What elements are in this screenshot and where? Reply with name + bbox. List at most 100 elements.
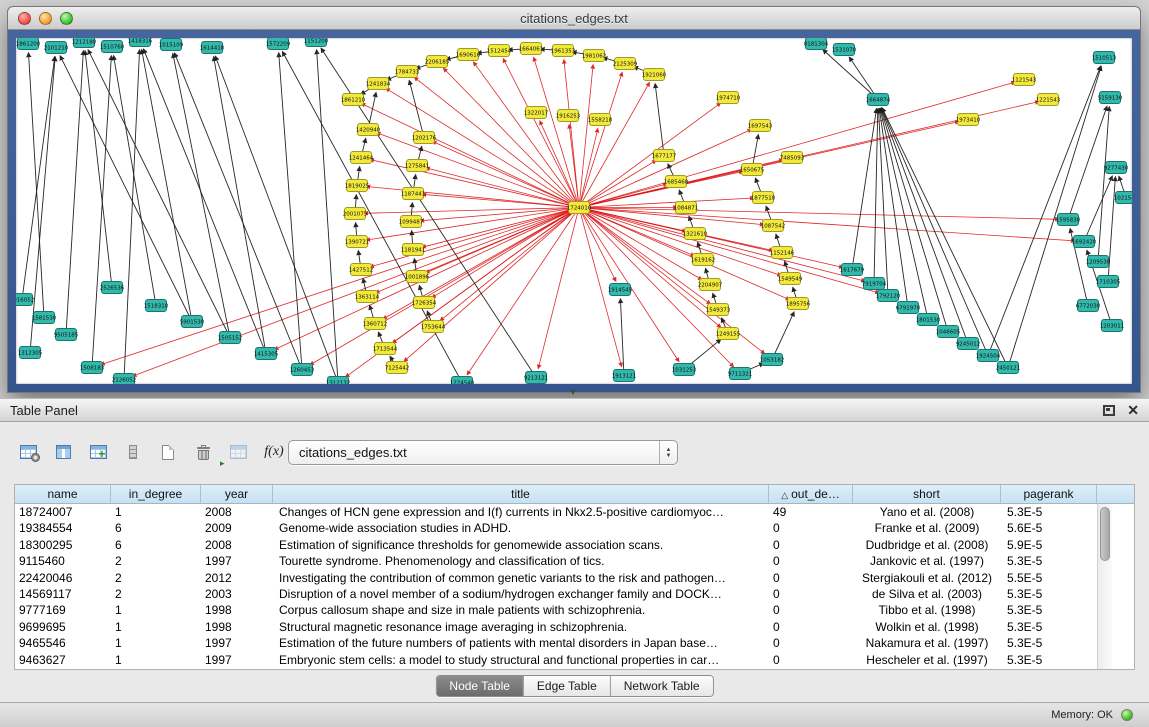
- network-node[interactable]: 1981062: [582, 50, 607, 62]
- network-node[interactable]: 2016052: [16, 294, 34, 306]
- network-node[interactable]: 1202176: [412, 132, 437, 144]
- window-titlebar[interactable]: citations_edges.txt: [8, 7, 1140, 30]
- table-scrollbar[interactable]: [1097, 504, 1112, 669]
- network-node[interactable]: 1677177: [652, 150, 677, 162]
- network-node[interactable]: 1249155: [716, 328, 741, 340]
- table-row[interactable]: 946362711997Embryonic stem cells: a mode…: [15, 652, 1134, 668]
- network-node[interactable]: 9505185: [54, 329, 79, 341]
- network-node[interactable]: 1099487: [399, 216, 424, 228]
- network-node[interactable]: 5159130: [1098, 92, 1123, 104]
- network-node[interactable]: 1360712: [363, 318, 388, 330]
- network-node[interactable]: 2450121: [996, 362, 1021, 374]
- network-node[interactable]: 8181304: [804, 38, 829, 50]
- network-node[interactable]: 1692420: [1072, 236, 1097, 248]
- network-node[interactable]: 7125442: [385, 362, 410, 374]
- network-node[interactable]: 1031253: [672, 364, 697, 376]
- network-node[interactable]: 7919704: [862, 278, 887, 290]
- scrollbar-thumb[interactable]: [1100, 507, 1110, 561]
- network-node[interactable]: 1221543: [1036, 94, 1061, 106]
- network-node[interactable]: 1322017: [524, 107, 549, 119]
- network-node[interactable]: 2204907: [698, 279, 723, 291]
- network-node[interactable]: 9213121: [524, 372, 549, 384]
- column-header-title[interactable]: title: [273, 485, 769, 504]
- network-node[interactable]: 1021543: [1114, 192, 1132, 204]
- network-node[interactable]: 9277430: [1104, 162, 1129, 174]
- table-row[interactable]: 2242004622012Investigating the contribut…: [15, 570, 1134, 586]
- network-node[interactable]: 1241464: [349, 152, 374, 164]
- network-node[interactable]: 1420940: [356, 124, 381, 136]
- network-node[interactable]: 1181941: [401, 244, 426, 256]
- table-options-button[interactable]: [14, 438, 42, 466]
- network-node[interactable]: 1508183: [80, 362, 105, 374]
- network-node[interactable]: 1015109: [159, 39, 184, 51]
- table-row[interactable]: 1938455462009Genome-wide association stu…: [15, 520, 1134, 536]
- network-node[interactable]: 2206185: [425, 56, 450, 68]
- network-node[interactable]: 1664874: [866, 94, 891, 106]
- network-node[interactable]: 9711321: [728, 368, 753, 380]
- network-node[interactable]: 1572209: [266, 38, 291, 50]
- network-node[interactable]: 1151200: [304, 38, 329, 47]
- network-node[interactable]: 1512454: [487, 45, 512, 57]
- network-node[interactable]: 1973410: [956, 114, 981, 126]
- delete-column-button[interactable]: [119, 438, 147, 466]
- network-node[interactable]: 1203011: [1100, 320, 1125, 332]
- network-node[interactable]: 1921060: [642, 69, 667, 81]
- network-node[interactable]: 1418316: [128, 38, 153, 47]
- table-row[interactable]: 1830029562008Estimation of significance …: [15, 537, 1134, 553]
- network-node[interactable]: 1961353: [551, 45, 576, 57]
- network-node[interactable]: 1792120: [876, 290, 901, 302]
- network-node[interactable]: 1861210: [341, 94, 366, 106]
- column-header-name[interactable]: name: [15, 485, 111, 504]
- network-node[interactable]: 1924504: [976, 350, 1001, 362]
- network-node[interactable]: 1518310: [144, 300, 169, 312]
- network-node[interactable]: 1510760: [100, 41, 125, 53]
- network-node[interactable]: 1046605: [936, 326, 961, 338]
- network-node[interactable]: 6772030: [1076, 300, 1101, 312]
- network-node[interactable]: 1427512: [349, 264, 374, 276]
- function-builder-button[interactable]: f(x): [259, 438, 289, 466]
- table-row[interactable]: 969969511998Structural magnetic resonanc…: [15, 619, 1134, 635]
- show-columns-button[interactable]: [49, 438, 77, 466]
- network-node[interactable]: 1415305: [254, 348, 279, 360]
- network-node[interactable]: 1784733: [395, 66, 420, 78]
- network-node[interactable]: 1321610: [683, 228, 708, 240]
- network-node[interactable]: 2126052: [112, 374, 137, 385]
- network-node[interactable]: 1558218: [588, 114, 613, 126]
- network-node[interactable]: 1549549: [778, 273, 803, 285]
- table-row[interactable]: 946554611997Estimation of the future num…: [15, 635, 1134, 651]
- tab-edge-table[interactable]: Edge Table: [523, 676, 610, 696]
- network-node[interactable]: 1212180: [72, 38, 97, 48]
- network-node[interactable]: 1260453: [290, 364, 315, 376]
- column-header-in_degree[interactable]: in_degree: [111, 485, 201, 504]
- network-node[interactable]: 1724010: [567, 202, 592, 214]
- column-header-year[interactable]: year: [201, 485, 273, 504]
- delete-button[interactable]: [189, 438, 217, 466]
- network-node[interactable]: 1801530: [916, 314, 941, 326]
- network-node[interactable]: 1531070: [832, 44, 857, 56]
- network-node[interactable]: 7485093: [780, 152, 805, 164]
- table-selector-combobox[interactable]: citations_edges.txt ▲▼: [288, 440, 678, 465]
- table-row[interactable]: 977716911998Corpus callosum shape and si…: [15, 602, 1134, 618]
- tab-node-table[interactable]: Node Table: [436, 676, 523, 696]
- column-header-pagerank[interactable]: pagerank: [1001, 485, 1097, 504]
- table-row[interactable]: 1456911722003Disruption of a novel membe…: [15, 586, 1134, 602]
- network-node[interactable]: 1595830: [1056, 214, 1081, 226]
- network-node[interactable]: 1617679: [840, 264, 865, 276]
- network-node[interactable]: 1710305: [1096, 276, 1121, 288]
- network-view[interactable]: 1724010186121012418341784733220618516906…: [16, 38, 1132, 384]
- table-row[interactable]: 1872400712008Changes of HCN gene express…: [15, 504, 1134, 520]
- panel-splitter-handle[interactable]: ▾: [566, 388, 580, 398]
- network-node[interactable]: 1312132: [326, 377, 351, 385]
- network-node[interactable]: 1209530: [1086, 256, 1111, 268]
- column-header-out_degree[interactable]: △out_de…: [769, 485, 853, 504]
- network-node[interactable]: 1505152: [218, 332, 243, 344]
- network-node[interactable]: 1819025: [345, 180, 370, 192]
- network-node[interactable]: 1581530: [32, 312, 57, 324]
- tab-network-table[interactable]: Network Table: [610, 676, 713, 696]
- network-node[interactable]: 1087542: [761, 220, 786, 232]
- network-node[interactable]: 1664061: [519, 43, 544, 55]
- network-node[interactable]: 1053182: [760, 354, 785, 366]
- network-node[interactable]: 1697543: [748, 120, 773, 132]
- network-node[interactable]: 1690616: [456, 49, 481, 61]
- float-panel-icon[interactable]: [1103, 405, 1115, 416]
